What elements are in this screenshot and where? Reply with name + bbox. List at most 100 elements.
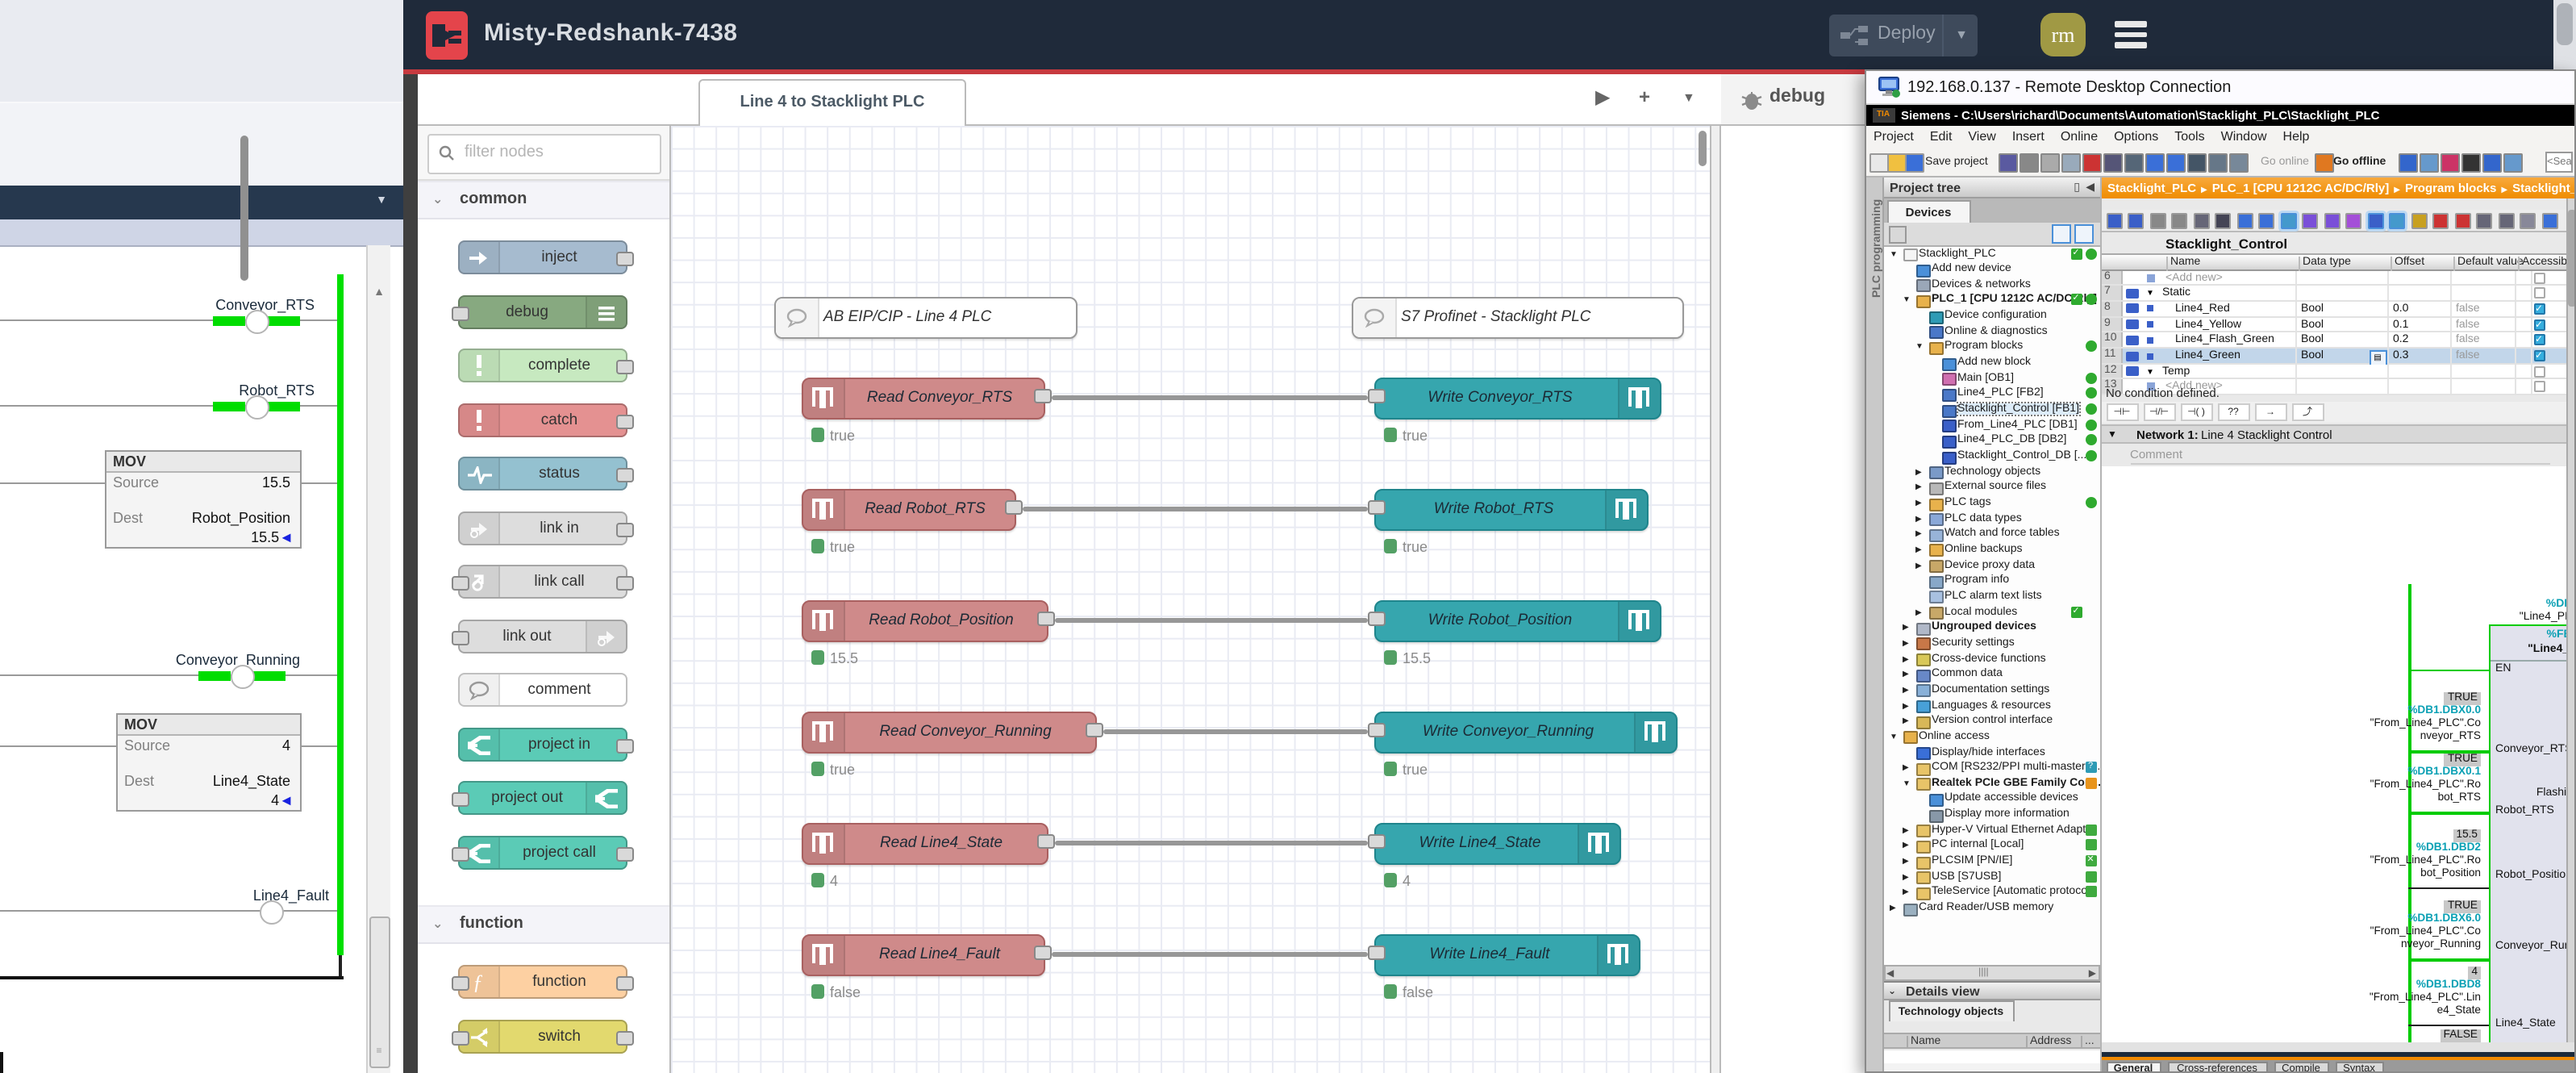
tree-expander-icon[interactable]: ▶ [1903,857,1909,866]
tree-row-display-more-information[interactable]: Display more information [1883,807,2099,822]
sidebar-splitter[interactable] [1710,126,1721,1073]
tree-view-icon[interactable] [1888,225,1906,243]
collapse-panel-icon[interactable]: ◀ [2086,180,2095,193]
palette-filter-input[interactable]: filter nodes [427,134,661,174]
flow-node-Write-Line4_State[interactable]: Write Line4_State [1373,823,1620,865]
tree-expander-icon[interactable]: ▶ [1903,716,1909,726]
tree-row-device-proxy-data[interactable]: ▶Device proxy data [1883,557,2099,573]
deploy-dropdown[interactable]: ▼ [1942,15,1979,56]
list-flows-icon[interactable]: ▶ [1595,85,1610,107]
flow-wire[interactable] [1054,618,1367,623]
tree-expander-icon[interactable]: ▼ [1890,249,1898,259]
tree-row-teleservice-automatic-protoco-[interactable]: ▶TeleService [Automatic protoco... [1883,885,2099,900]
group-expander-icon[interactable]: ▼ [2146,367,2154,377]
palette-node-status[interactable]: status [459,457,628,491]
ladder-symbol-button[interactable]: ⊣( ) [2180,403,2212,420]
toolbar-icon[interactable] [2019,152,2038,172]
toolbar-icon[interactable] [1904,152,1924,172]
ladder-symbol-button[interactable]: ⤴ [2291,403,2324,420]
accessible-checkbox[interactable] [2533,272,2545,283]
tree-row-add-new-device[interactable]: Add new device [1883,261,2099,277]
node-port-input[interactable] [452,792,470,807]
table-row-9[interactable]: 9Line4_YellowBool0.1false✓ [2101,317,2576,332]
node-port-input[interactable] [1367,389,1385,403]
ladder-scroll-thumb[interactable]: ≡ [369,916,390,1068]
tree-row-line4-plc-fb2-[interactable]: Line4_PLC [FB2] [1883,386,2099,402]
palette-node-catch[interactable]: catch [459,403,628,436]
accessible-checkbox[interactable] [2533,287,2545,299]
rdp-titlebar[interactable]: 192.168.0.137 - Remote Desktop Connectio… [1865,70,2574,104]
palette-node-function[interactable]: ƒfunction [459,965,628,999]
coil-symbol[interactable] [231,665,255,689]
comment-node[interactable]: S7 Profinet - Stacklight PLC [1351,297,1683,339]
breadcrumb[interactable]: Stacklight_PLC▶PLC_1 [CPU 1212C AC/DC/Rl… [2101,177,2576,198]
flow-node-Write-Conveyor_RTS[interactable]: Write Conveyor_RTS [1373,378,1661,420]
ladder-symbol-button[interactable]: → [2254,403,2286,420]
editor-toolbar-icon[interactable] [2541,213,2557,229]
tree-row-ungrouped-devices[interactable]: ▶Ungrouped devices [1883,620,2099,636]
editor-vscroll-thumb[interactable] [2567,209,2575,306]
node-port-output[interactable] [1033,389,1051,403]
datatype-picker-button[interactable]: ▤ [2369,349,2386,365]
flow-menu-dropdown[interactable]: ▼ [1682,90,1695,104]
menu-insert[interactable]: Insert [2004,125,2053,146]
node-port-input[interactable] [1367,612,1385,626]
tree-row-online-diagnostics[interactable]: Online & diagnostics [1883,324,2099,340]
coil-symbol[interactable] [260,900,284,925]
node-port-output[interactable] [617,1030,635,1045]
flow-wire[interactable] [1051,952,1367,957]
tree-row-plcsim-pn-ie-[interactable]: ▶PLCSIM [PN/IE]✕ [1883,854,2099,869]
tree-expander-icon[interactable]: ▶ [1903,624,1909,633]
tia-ladder-canvas[interactable]: %DB2"Line4_PLC_DB"%FB2"Line4_PLC"ENENOCo… [2101,466,2576,1042]
tree-expander-icon[interactable]: ▶ [1915,467,1922,477]
tree-hscrollbar[interactable]: ◀ ▶ |||| [1883,964,2099,980]
flow-canvas[interactable]: AB EIP/CIP - Line 4 PLCS7 Profinet - Sta… [670,126,1710,1073]
tab-general[interactable]: General [2106,1062,2161,1073]
filter-tree-icon[interactable] [2074,224,2093,244]
mov-instruction[interactable]: MOVSource15.5DestRobot_Position15.5◄ [105,450,302,549]
tree-row-line4-plc-db-db2-[interactable]: Line4_PLC_DB [DB2] [1883,433,2099,449]
flow-node-Read-Robot_RTS[interactable]: Read Robot_RTS [801,489,1015,531]
go-offline-icon[interactable] [2314,152,2333,172]
table-row-6[interactable]: 6<Add new> [2101,270,2576,286]
node-port-output[interactable] [617,414,635,428]
tree-row-external-source-files[interactable]: ▶External source files [1883,480,2099,495]
accessible-checkbox[interactable]: ✓ [2533,335,2545,346]
accessible-checkbox[interactable]: ✓ [2533,303,2545,315]
tree-row-program-blocks[interactable]: ▼Program blocks [1883,340,2099,355]
toolbar-icon[interactable] [1886,152,1906,172]
editor-toolbar-icon[interactable] [2236,213,2253,229]
editor-vscrollbar[interactable] [2566,198,2576,1042]
palette-node-project-in[interactable]: project in [459,727,628,761]
tree-row-online-backups[interactable]: ▶Online backups [1883,542,2099,557]
node-port-input[interactable] [452,976,470,991]
coil-symbol[interactable] [245,395,269,420]
tree-expander-icon[interactable]: ▶ [1915,514,1922,524]
go-offline-label[interactable]: Go offline [2333,156,2386,167]
breadcrumb-item[interactable]: PLC_1 [CPU 1212C AC/DC/Rly] [2212,180,2390,194]
editor-toolbar-icon[interactable] [2324,213,2340,229]
tree-row-usb-s7usb-[interactable]: ▶USB [S7USB] [1883,870,2099,885]
toolbar-icon[interactable] [2040,152,2059,172]
coil-symbol[interactable] [245,310,269,334]
breadcrumb-item[interactable]: Stacklight_Co [2512,180,2576,194]
add-flow-button[interactable]: + [1639,85,1650,107]
tree-expander-icon[interactable]: ▶ [1903,826,1909,836]
tia-titlebar[interactable]: TIA Siemens - C:\Users\richard\Documents… [1865,104,2574,125]
menu-online[interactable]: Online [2053,125,2106,146]
tree-row-program-info[interactable]: Program info [1883,574,2099,589]
tree-row-display-hide-interfaces[interactable]: Display/hide interfaces [1883,745,2099,760]
group-expander-icon[interactable]: ▼ [2146,289,2154,299]
tree-row-device-configuration[interactable]: Device configuration [1883,308,2099,324]
toolbar-icon[interactable] [2061,152,2080,172]
toolbar-icon[interactable] [2482,152,2501,172]
flow-wire[interactable] [1054,841,1367,845]
table-row-12[interactable]: 12▼Temp [2101,364,2576,379]
tree-expander-icon[interactable]: ▶ [1903,873,1909,883]
var-datatype[interactable]: Bool [2301,335,2324,346]
palette-section-function[interactable]: ⌄function [418,905,669,944]
toolbar-icon[interactable] [1869,152,1888,172]
node-port-input[interactable] [452,306,470,320]
table-column-offset[interactable]: Offset [2390,257,2424,271]
editor-toolbar-icon[interactable] [2215,213,2231,229]
